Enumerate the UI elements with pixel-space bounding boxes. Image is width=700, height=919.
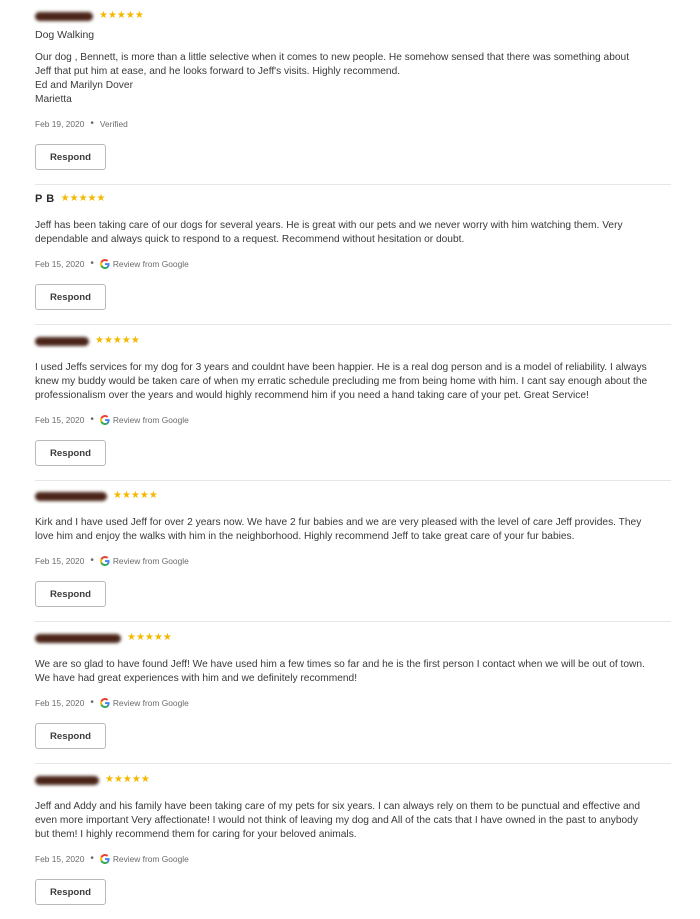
- review-item: ★★★★★ I used Jeffs services for my dog f…: [35, 333, 671, 481]
- review-text: Jeff and Addy and his family have been t…: [35, 800, 671, 842]
- review-item: P B ★★★★★ Jeff has been taking care of o…: [35, 191, 671, 325]
- star-rating: ★★★★★: [113, 490, 158, 501]
- google-icon: [99, 698, 110, 708]
- review-meta: Feb 15, 2020 • Review from Google: [35, 853, 671, 865]
- meta-separator: •: [90, 853, 94, 864]
- redacted-reviewer-name: [35, 11, 93, 21]
- reviewer-name: P B: [35, 193, 55, 205]
- review-source: Review from Google: [112, 259, 189, 269]
- review-item: ★★★★★ Dog Walking Our dog , Bennett, is …: [35, 8, 671, 185]
- review-date: Feb 15, 2020: [35, 698, 85, 708]
- google-icon: [99, 556, 110, 566]
- star-rating: ★★★★★: [127, 632, 172, 643]
- review-header: ★★★★★: [35, 630, 671, 646]
- review-text-line: dependable and always quick to respond t…: [35, 234, 465, 245]
- review-text-line: love him and enjoy the walks with him in…: [35, 531, 575, 542]
- google-icon: [99, 259, 110, 269]
- review-header: P B ★★★★★: [35, 191, 671, 207]
- respond-button[interactable]: Respond: [35, 284, 106, 310]
- star-rating: ★★★★★: [105, 774, 150, 785]
- star-rating: ★★★★★: [99, 10, 144, 21]
- service-type: Dog Walking: [35, 29, 95, 41]
- meta-separator: •: [90, 118, 94, 129]
- review-meta: Feb 15, 2020 • Review from Google: [35, 258, 671, 270]
- review-text: Kirk and I have used Jeff for over 2 yea…: [35, 516, 671, 544]
- respond-button[interactable]: Respond: [35, 879, 106, 905]
- review-text-line: Our dog , Bennett, is more than a little…: [35, 52, 630, 63]
- review-text-line: Ed and Marilyn Dover: [35, 80, 133, 91]
- review-text-line: We have had great experiences with him a…: [35, 673, 358, 684]
- review-text-line: Jeff that put him at ease, and he looks …: [35, 66, 401, 77]
- review-date: Feb 19, 2020: [35, 119, 85, 129]
- review-text-line: but them! I highly recommend them for ca…: [35, 829, 357, 840]
- meta-separator: •: [90, 555, 94, 566]
- review-item: ★★★★★ Kirk and I have used Jeff for over…: [35, 488, 671, 622]
- review-text: We are so glad to have found Jeff! We ha…: [35, 658, 671, 686]
- redacted-reviewer-name: [35, 775, 99, 785]
- review-text-line: We are so glad to have found Jeff! We ha…: [35, 659, 645, 670]
- review-date: Feb 15, 2020: [35, 854, 85, 864]
- review-date: Feb 15, 2020: [35, 415, 85, 425]
- review-text: Our dog , Bennett, is more than a little…: [35, 51, 671, 107]
- review-source: Review from Google: [112, 854, 189, 864]
- review-item: ★★★★★ We are so glad to have found Jeff!…: [35, 630, 671, 764]
- meta-separator: •: [90, 697, 94, 708]
- meta-separator: •: [90, 414, 94, 425]
- review-header: ★★★★★: [35, 8, 671, 24]
- google-icon: [99, 415, 110, 425]
- review-text-line: knew my buddy would be taken care of whe…: [35, 376, 648, 387]
- review-header: ★★★★★: [35, 488, 671, 504]
- review-header: ★★★★★: [35, 333, 671, 349]
- review-source: Review from Google: [112, 415, 189, 425]
- review-text-line: I used Jeffs services for my dog for 3 y…: [35, 362, 647, 373]
- review-text-line: Kirk and I have used Jeff for over 2 yea…: [35, 517, 642, 528]
- review-date: Feb 15, 2020: [35, 556, 85, 566]
- respond-button[interactable]: Respond: [35, 144, 106, 170]
- review-text-line: Marietta: [35, 94, 72, 105]
- respond-button[interactable]: Respond: [35, 440, 106, 466]
- review-text: I used Jeffs services for my dog for 3 y…: [35, 361, 671, 403]
- review-meta: Feb 15, 2020 • Review from Google: [35, 697, 671, 709]
- redacted-reviewer-name: [35, 633, 121, 643]
- review-meta: Feb 15, 2020 • Review from Google: [35, 414, 671, 426]
- review-item: ★★★★★ Jeff and Addy and his family have …: [35, 772, 671, 919]
- review-text-line: Jeff has been taking care of our dogs fo…: [35, 220, 623, 231]
- review-text-line: professionalism over the years and would…: [35, 390, 589, 401]
- review-date: Feb 15, 2020: [35, 259, 85, 269]
- respond-button[interactable]: Respond: [35, 581, 106, 607]
- star-rating: ★★★★★: [60, 193, 106, 204]
- review-source: Review from Google: [112, 556, 189, 566]
- star-rating: ★★★★★: [95, 335, 140, 346]
- redacted-reviewer-name: [35, 491, 107, 501]
- review-text-line: Jeff and Addy and his family have been t…: [35, 801, 640, 812]
- review-meta: Feb 15, 2020 • Review from Google: [35, 555, 671, 567]
- review-meta: Feb 19, 2020 • Verified: [35, 118, 671, 130]
- respond-button[interactable]: Respond: [35, 723, 106, 749]
- google-icon: [99, 854, 110, 864]
- review-header: ★★★★★: [35, 772, 671, 788]
- review-text: Jeff has been taking care of our dogs fo…: [35, 219, 671, 247]
- redacted-reviewer-name: [35, 336, 89, 346]
- review-source: Verified: [99, 119, 128, 129]
- review-text-line: even more important Very affectionate! I…: [35, 815, 638, 826]
- meta-separator: •: [90, 258, 94, 269]
- review-source: Review from Google: [112, 698, 189, 708]
